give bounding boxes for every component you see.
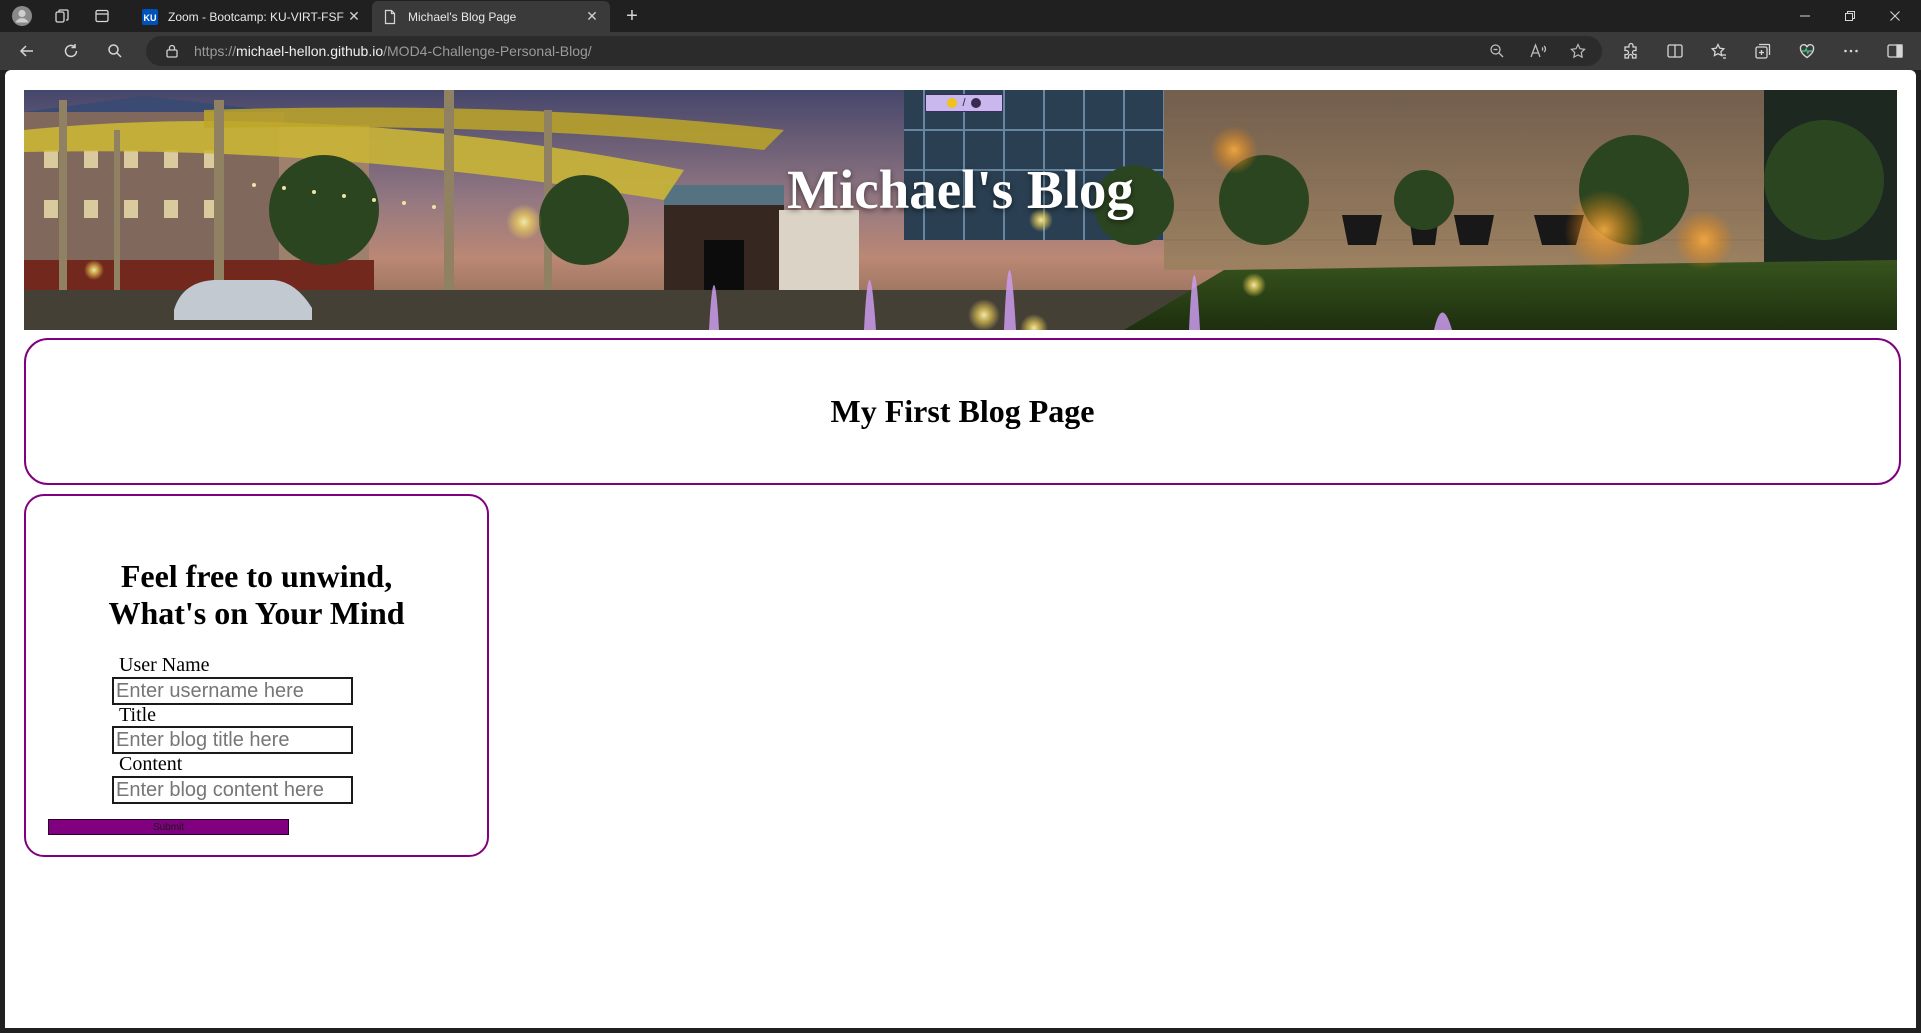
form-heading-line-1: Feel free to unwind, xyxy=(120,558,393,594)
url-host: michael-hellon.github.io xyxy=(236,43,384,59)
blog-title-input[interactable] xyxy=(112,726,353,754)
back-icon[interactable] xyxy=(13,37,41,65)
zoom-out-icon[interactable] xyxy=(1486,40,1508,62)
ku-favicon-text: KU xyxy=(144,13,157,23)
username-label: User Name xyxy=(119,654,210,676)
close-tab-icon[interactable]: ✕ xyxy=(346,8,362,25)
site-title: Michael's Blog xyxy=(787,159,1134,220)
extensions-icon[interactable] xyxy=(1617,37,1645,65)
profile-icon[interactable] xyxy=(10,4,34,28)
hero-header: / Michael's Blog xyxy=(24,90,1897,330)
title-label: Title xyxy=(119,704,157,726)
split-screen-icon[interactable] xyxy=(1661,37,1689,65)
close-tab-icon[interactable]: ✕ xyxy=(584,8,600,25)
url-scheme: https:// xyxy=(194,43,237,59)
address-bar[interactable]: https://michael-hellon.github.io/MOD4-Ch… xyxy=(146,36,1602,66)
sun-icon xyxy=(947,98,958,108)
username-input[interactable] xyxy=(112,677,353,705)
content-label: Content xyxy=(119,753,183,775)
collections-icon[interactable] xyxy=(1749,37,1777,65)
favorite-star-icon[interactable] xyxy=(1567,40,1589,62)
ku-favicon-icon: KU xyxy=(142,8,158,25)
search-icon[interactable] xyxy=(101,37,129,65)
page-viewport: / Michael's Blog My First Blog Page Feel… xyxy=(5,70,1916,1028)
browser-essentials-icon[interactable] xyxy=(1793,37,1821,65)
page-heading: My First Blog Page xyxy=(830,393,1095,429)
favorites-icon[interactable] xyxy=(1705,37,1733,65)
lock-icon[interactable] xyxy=(164,43,180,59)
submit-button[interactable]: Submit xyxy=(48,819,289,835)
read-aloud-icon[interactable] xyxy=(1527,40,1549,62)
form-heading: Feel free to unwind, What's on Your Mind xyxy=(26,558,487,632)
close-window-icon[interactable] xyxy=(1873,2,1917,30)
restore-icon[interactable] xyxy=(1828,2,1872,30)
url-text: https://michael-hellon.github.io/MOD4-Ch… xyxy=(194,43,592,59)
tab-title: Michael's Blog Page xyxy=(408,9,517,24)
tab-blog[interactable]: Michael's Blog Page ✕ xyxy=(372,1,610,32)
new-tab-icon[interactable]: + xyxy=(620,4,644,28)
form-heading-line-2: What's on Your Mind xyxy=(108,595,405,631)
blog-form-card: Feel free to unwind, What's on Your Mind… xyxy=(24,494,489,857)
tab-strip: KU Zoom - Bootcamp: KU-VIRT-FSF ✕ Michae… xyxy=(0,0,1921,32)
browser-toolbar: https://michael-hellon.github.io/MOD4-Ch… xyxy=(0,32,1921,70)
sidebar-toggle-icon[interactable] xyxy=(1881,37,1909,65)
tab-title: Zoom - Bootcamp: KU-VIRT-FSF xyxy=(168,9,344,24)
blog-content-input[interactable] xyxy=(112,776,353,804)
moon-icon xyxy=(970,98,981,108)
minimize-icon[interactable] xyxy=(1783,2,1827,30)
tab-zoom[interactable]: KU Zoom - Bootcamp: KU-VIRT-FSF ✕ xyxy=(132,1,372,32)
workspaces-icon[interactable] xyxy=(50,4,74,28)
refresh-icon[interactable] xyxy=(57,37,85,65)
url-path: /MOD4-Challenge-Personal-Blog/ xyxy=(383,43,592,59)
theme-toggle-separator: / xyxy=(962,97,966,109)
page-favicon-icon xyxy=(382,9,398,25)
page-banner: My First Blog Page xyxy=(24,338,1901,485)
tab-actions-icon[interactable] xyxy=(90,4,114,28)
theme-toggle-button[interactable]: / xyxy=(925,94,1003,112)
more-menu-icon[interactable] xyxy=(1837,37,1865,65)
